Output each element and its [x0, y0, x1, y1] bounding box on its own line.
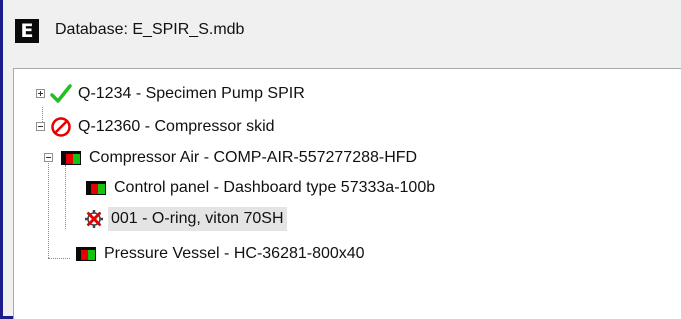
tree-item-o-ring[interactable]: 001 - O-ring, viton 70SH	[83, 206, 287, 232]
window-title: Database: E_SPIR_S.mdb	[55, 21, 245, 38]
collapse-minus-icon[interactable]	[44, 153, 53, 162]
tree-connector-line	[48, 258, 70, 259]
database-window: E Database: E_SPIR_S.mdb Q-1234 - Specim…	[3, 0, 681, 319]
tree-item-q-12360[interactable]: Q-12360 - Compressor skid	[36, 114, 278, 140]
red-prohibited-icon	[51, 117, 71, 137]
expand-plus-icon[interactable]	[36, 89, 45, 98]
tree-item-label: Q-1234 - Specimen Pump SPIR	[78, 85, 305, 102]
equipment-flag-icon	[76, 247, 96, 261]
tree-item-label: Pressure Vessel - HC-36281-800x40	[104, 245, 365, 262]
tree-item-pressure-vessel[interactable]: Pressure Vessel - HC-36281-800x40	[76, 241, 368, 267]
green-check-icon	[50, 84, 72, 103]
app-icon: E	[15, 19, 39, 43]
tree-item-label: Control panel - Dashboard type 57333a-10…	[114, 179, 436, 196]
title-bar: E Database: E_SPIR_S.mdb	[3, 0, 681, 62]
tree-connector-line	[65, 165, 66, 229]
tree-view[interactable]: Q-1234 - Specimen Pump SPIR Q-12360 - Co…	[13, 68, 681, 319]
collapse-minus-icon[interactable]	[36, 122, 45, 131]
tree-item-q-1234[interactable]: Q-1234 - Specimen Pump SPIR	[36, 81, 308, 107]
tree-item-label: 001 - O-ring, viton 70SH	[108, 207, 287, 231]
spare-part-gear-x-icon	[85, 210, 103, 228]
tree-item-label: Compressor Air - COMP-AIR-557277288-HFD	[89, 149, 418, 166]
tree-item-label: Q-12360 - Compressor skid	[78, 118, 275, 135]
tree-item-control-panel[interactable]: Control panel - Dashboard type 57333a-10…	[86, 175, 438, 201]
tree-item-compressor-air[interactable]: Compressor Air - COMP-AIR-557277288-HFD	[44, 145, 420, 171]
tree-connector-line	[48, 161, 49, 258]
equipment-flag-icon	[86, 181, 106, 195]
equipment-flag-icon	[61, 151, 81, 165]
